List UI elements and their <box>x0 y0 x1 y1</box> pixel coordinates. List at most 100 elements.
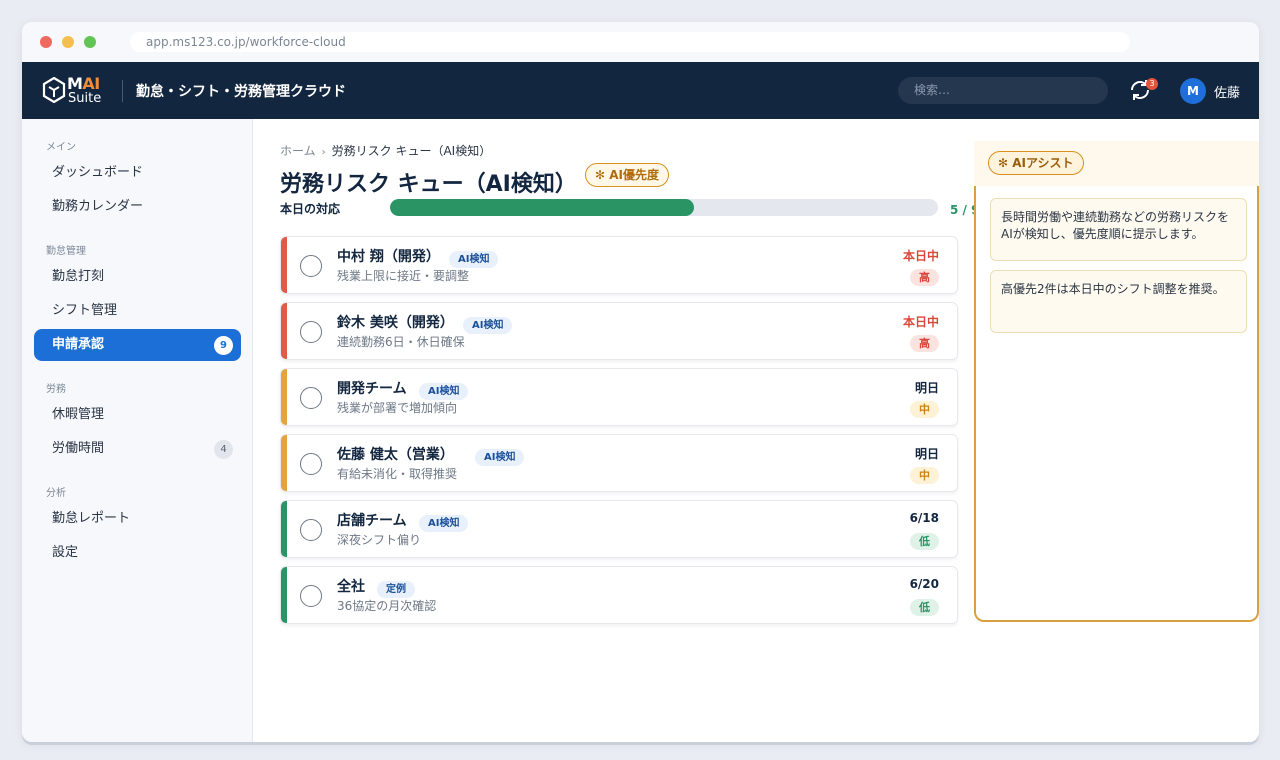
sidebar-item-label: ダッシュボード <box>52 165 144 180</box>
address-bar[interactable]: app.ms123.co.jp/workforce-cloud <box>130 32 1130 52</box>
browser-chrome: app.ms123.co.jp/workforce-cloud <box>22 22 1259 62</box>
close-window-button[interactable] <box>40 36 52 48</box>
sidebar-item-label: 休暇管理 <box>52 407 105 422</box>
sidebar-item-leave-management[interactable]: 休暇管理 <box>34 399 241 431</box>
maximize-window-button[interactable] <box>84 36 96 48</box>
risk-card[interactable]: 店舗チーム AI検知 深夜シフト偏り 6/18 低 <box>280 500 958 558</box>
sidebar-section-analytics: 分析 <box>46 488 66 499</box>
breadcrumb-separator: › <box>321 147 326 158</box>
sidebar-item-label: シフト管理 <box>52 303 118 318</box>
sidebar: メイン ダッシュボード 勤務カレンダー 勤怠管理 勤怠打刻 シフト管理 申請承認… <box>22 119 253 742</box>
risk-card[interactable]: 佐藤 健太（営業） AI検知 有給未消化・取得推奨 明日中 <box>280 434 958 492</box>
detection-tag: AI検知 <box>419 383 469 400</box>
priority-badge: 低 <box>910 599 939 616</box>
notification-badge: 3 <box>1146 78 1158 90</box>
search-input[interactable]: 検索… <box>898 77 1108 104</box>
page-title: 労務リスク キュー（AI検知） <box>280 172 577 197</box>
complete-checkbox[interactable] <box>300 453 322 475</box>
complete-checkbox[interactable] <box>300 585 322 607</box>
detection-tag: AI検知 <box>463 317 513 334</box>
risk-card-name: 開発チーム <box>337 381 407 397</box>
ai-sparkle-icon: ✻ <box>595 168 606 182</box>
risk-card[interactable]: 全社 定例 36協定の月次確認 6/20 低 <box>280 566 958 624</box>
working-hours-count-badge: 4 <box>214 440 233 459</box>
ai-assist-body: 長時間労働や連続勤務などの労務リスクをAIが検知し、優先度順に提示します。 高優… <box>974 186 1259 622</box>
due-label: 本日中 <box>902 249 939 263</box>
risk-card-description: 36協定の月次確認 <box>337 599 437 613</box>
due-label: 明日 <box>914 381 939 395</box>
sidebar-section-labor: 労務 <box>46 384 66 395</box>
sidebar-item-working-hours[interactable]: 労働時間 4 <box>34 433 241 465</box>
risk-card-description: 残業が部署で増加傾向 <box>337 401 458 415</box>
complete-checkbox[interactable] <box>300 321 322 343</box>
sidebar-item-label: 勤務カレンダー <box>52 199 144 214</box>
risk-card[interactable]: 鈴木 美咲（開発） AI検知 連続勤務6日・休日確保 本日中高 <box>280 302 958 360</box>
ai-sparkle-icon: ✻ <box>998 156 1009 170</box>
ai-assist-message: 高優先2件は本日中のシフト調整を推奨。 <box>990 270 1247 333</box>
browser-window: app.ms123.co.jp/workforce-cloud MAI Suit… <box>22 22 1259 742</box>
ai-assist-header: ✻ AIアシスト <box>974 141 1259 186</box>
priority-stripe <box>281 369 287 425</box>
main-content: ホーム › 労務リスク キュー（AI検知） 労務リスク キュー（AI検知） ✻ AI… <box>254 119 1259 742</box>
priority-stripe <box>281 567 287 623</box>
risk-card[interactable]: 開発チーム AI検知 残業が部署で増加傾向 明日中 <box>280 368 958 426</box>
risk-card-description: 有給未消化・取得推奨 <box>337 467 458 481</box>
user-avatar[interactable]: M <box>1180 78 1206 104</box>
priority-badge: 中 <box>910 467 939 484</box>
ai-assist-message: 長時間労働や連続勤務などの労務リスクをAIが検知し、優先度順に提示します。 <box>990 198 1247 261</box>
sidebar-item-label: 勤怠レポート <box>52 511 131 526</box>
minimize-window-button[interactable] <box>62 36 74 48</box>
due-label: 6/18 <box>909 511 939 525</box>
progress-bar <box>390 199 938 216</box>
risk-card-name: 中村 翔（開発） <box>337 249 440 265</box>
risk-card[interactable]: 中村 翔（開発） AI検知 残業上限に接近・要調整 本日中高 <box>280 236 958 294</box>
header-divider <box>122 80 123 102</box>
priority-badge: 高 <box>910 335 939 352</box>
risk-card-name: 全社 <box>337 579 365 595</box>
approvals-count-badge: 9 <box>214 336 233 355</box>
ai-assist-label: AIアシスト <box>1012 156 1074 170</box>
breadcrumb-home-link[interactable]: ホーム <box>280 144 316 158</box>
sidebar-section-main: メイン <box>46 142 76 153</box>
ai-priority-label: AI優先度 <box>609 168 660 182</box>
hexagon-logo-icon <box>42 77 66 103</box>
risk-card-description: 残業上限に接近・要調整 <box>337 269 470 283</box>
mai-suite-logo[interactable]: MAI Suite <box>42 74 108 108</box>
ai-priority-chip[interactable]: ✻ AI優先度 <box>585 163 670 187</box>
sidebar-item-shift-management[interactable]: シフト管理 <box>34 295 241 327</box>
today-label: 本日の対応 <box>280 202 341 216</box>
risk-card-name: 鈴木 美咲（開発） <box>337 315 454 331</box>
sidebar-item-approvals[interactable]: 申請承認 9 <box>34 329 241 361</box>
progress-fill <box>390 199 695 216</box>
complete-checkbox[interactable] <box>300 255 322 277</box>
detection-tag: AI検知 <box>419 515 469 532</box>
due-label: 6/20 <box>909 577 939 591</box>
priority-stripe <box>281 435 287 491</box>
complete-checkbox[interactable] <box>300 387 322 409</box>
sidebar-item-label: 設定 <box>52 545 79 560</box>
sidebar-item-time-clock[interactable]: 勤怠打刻 <box>34 261 241 293</box>
detection-tag: 定例 <box>377 581 415 598</box>
risk-card-description: 連続勤務6日・休日確保 <box>337 335 465 349</box>
complete-checkbox[interactable] <box>300 519 322 541</box>
sidebar-item-dashboard[interactable]: ダッシュボード <box>34 157 241 189</box>
sidebar-item-label: 労働時間 <box>52 441 105 456</box>
sidebar-item-label: 申請承認 <box>52 337 105 352</box>
user-name[interactable]: 佐藤 <box>1214 82 1240 101</box>
sidebar-item-label: 勤怠打刻 <box>52 269 105 284</box>
priority-badge: 高 <box>910 269 939 286</box>
ai-assist-chip[interactable]: ✻ AIアシスト <box>988 151 1084 175</box>
priority-stripe <box>281 303 287 359</box>
logo-suite: Suite <box>68 91 102 106</box>
ai-assist-panel: ✻ AIアシスト 長時間労働や連続勤務などの労務リスクをAIが検知し、優先度順に… <box>974 141 1259 742</box>
top-navigation-bar: MAI Suite 勤怠・シフト・労務管理クラウド 検索… 3 M 佐藤 <box>22 62 1259 119</box>
risk-card-name: 店舗チーム <box>337 513 407 529</box>
sidebar-item-settings[interactable]: 設定 <box>34 537 241 569</box>
priority-badge: 中 <box>910 401 939 418</box>
sidebar-item-work-calendar[interactable]: 勤務カレンダー <box>34 191 241 223</box>
sidebar-section-attendance: 勤怠管理 <box>46 246 86 257</box>
detection-tag: AI検知 <box>475 449 525 466</box>
sidebar-item-attendance-report[interactable]: 勤怠レポート <box>34 503 241 535</box>
priority-stripe <box>281 237 287 293</box>
due-label: 明日 <box>914 447 939 461</box>
